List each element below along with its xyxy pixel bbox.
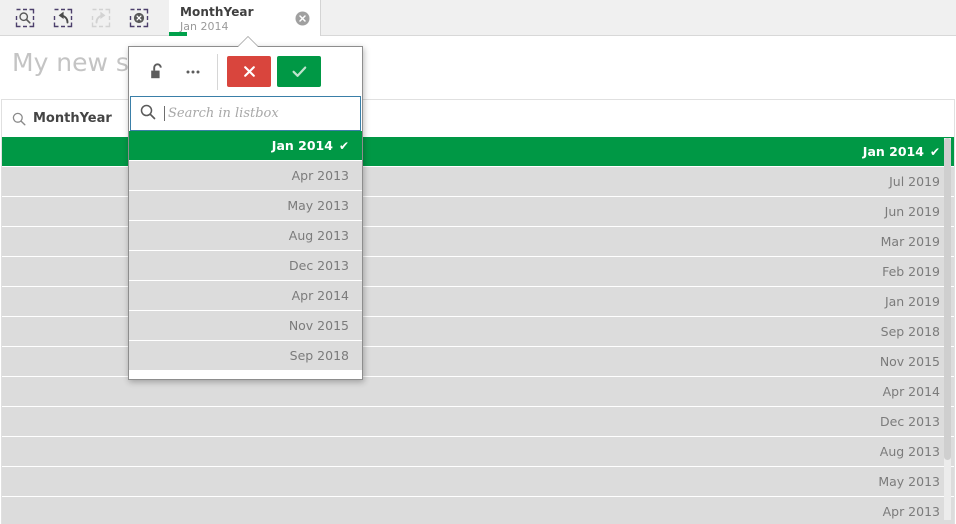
listbox-scrollbar-thumb[interactable] xyxy=(944,138,951,460)
step-back-button[interactable] xyxy=(44,0,82,35)
list-item-label: Apr 2014 xyxy=(882,384,940,399)
list-item-label: Nov 2015 xyxy=(288,318,349,333)
selection-tool-icon xyxy=(15,8,35,27)
check-icon: ✔ xyxy=(929,144,940,159)
list-item[interactable]: May 2013 xyxy=(129,191,362,220)
clear-selections-icon xyxy=(129,8,149,27)
list-item[interactable]: Dec 2013 xyxy=(2,407,954,436)
list-item[interactable]: May 2013 xyxy=(2,467,954,496)
close-icon xyxy=(243,66,255,77)
list-item-label: Mar 2019 xyxy=(880,234,940,249)
more-options-button[interactable] xyxy=(175,54,211,90)
selection-chip-field: MonthYear xyxy=(180,5,254,19)
list-item[interactable]: Aug 2013 xyxy=(129,221,362,250)
list-item[interactable]: Jan 2014 ✔ xyxy=(129,131,362,160)
list-item-label: Aug 2013 xyxy=(288,228,349,243)
selection-tool-button[interactable] xyxy=(6,0,44,35)
list-item-label: Dec 2013 xyxy=(289,258,349,273)
cancel-selection-button[interactable] xyxy=(227,56,271,87)
search-icon[interactable] xyxy=(12,112,26,126)
step-forward-icon xyxy=(91,8,111,27)
listbox-search-field[interactable]: Search in listbox xyxy=(130,96,361,131)
list-item-label: Apr 2013 xyxy=(882,504,940,519)
popover-divider xyxy=(217,53,218,90)
selection-chip-value: Jan 2014 xyxy=(180,20,229,33)
list-item-label: Nov 2015 xyxy=(879,354,940,369)
list-item[interactable]: Apr 2014 xyxy=(129,281,362,310)
list-item-label: Feb 2019 xyxy=(882,264,940,279)
list-item[interactable]: Aug 2013 xyxy=(2,437,954,466)
list-item[interactable]: Sep 2018 xyxy=(129,341,362,370)
list-item-label: Dec 2013 xyxy=(880,414,940,429)
search-input-placeholder[interactable]: Search in listbox xyxy=(168,106,279,121)
list-item-label: May 2013 xyxy=(287,198,349,213)
popover-header xyxy=(129,47,362,96)
list-item-label: Jul 2019 xyxy=(889,174,940,189)
check-icon: ✔ xyxy=(338,138,349,153)
list-item[interactable]: Apr 2014 xyxy=(2,377,954,406)
step-forward-button xyxy=(82,0,120,35)
selection-bar: MonthYear Jan 2014 xyxy=(0,0,956,36)
check-icon xyxy=(292,66,306,77)
list-item-label: Aug 2013 xyxy=(879,444,940,459)
lock-selection-button[interactable] xyxy=(139,54,175,90)
list-item-label: Apr 2013 xyxy=(291,168,349,183)
list-item-label: Apr 2014 xyxy=(291,288,349,303)
list-item-label: Jun 2019 xyxy=(884,204,940,219)
list-item-label: Jan 2019 xyxy=(884,294,940,309)
confirm-selection-button[interactable] xyxy=(277,56,321,87)
list-item[interactable]: Apr 2013 xyxy=(2,497,954,524)
list-item-label: Sep 2018 xyxy=(289,348,349,363)
selection-chip-monthyear[interactable]: MonthYear Jan 2014 xyxy=(169,0,321,36)
listbox-title: MonthYear xyxy=(33,111,112,126)
list-item[interactable]: Dec 2013 xyxy=(129,251,362,280)
selection-state-indicator xyxy=(169,32,187,36)
list-item[interactable]: Nov 2015 xyxy=(129,311,362,340)
search-icon xyxy=(140,104,156,124)
list-item-label: May 2013 xyxy=(878,474,940,489)
selection-toolbar xyxy=(0,0,158,35)
more-options-icon xyxy=(186,70,200,73)
popover-rows: Jan 2014 ✔ Apr 2013 May 2013 Aug 2013 Dec 201… xyxy=(129,131,362,379)
popover-arrow xyxy=(238,37,258,47)
step-back-icon xyxy=(53,8,73,27)
listbox-popover: Search in listbox Jan 2014 ✔ Apr 2013 May 2… xyxy=(128,46,363,380)
list-item-label: Jan 2014 xyxy=(862,144,924,159)
text-cursor xyxy=(164,106,165,121)
list-item[interactable]: Apr 2013 xyxy=(129,161,362,190)
list-item-label: Sep 2018 xyxy=(880,324,940,339)
list-item-label: Jan 2014 xyxy=(271,138,333,153)
close-circle-icon xyxy=(295,11,310,26)
unlock-icon xyxy=(150,62,162,78)
clear-selections-button[interactable] xyxy=(120,0,158,35)
selection-chip-close-button[interactable] xyxy=(295,11,310,26)
